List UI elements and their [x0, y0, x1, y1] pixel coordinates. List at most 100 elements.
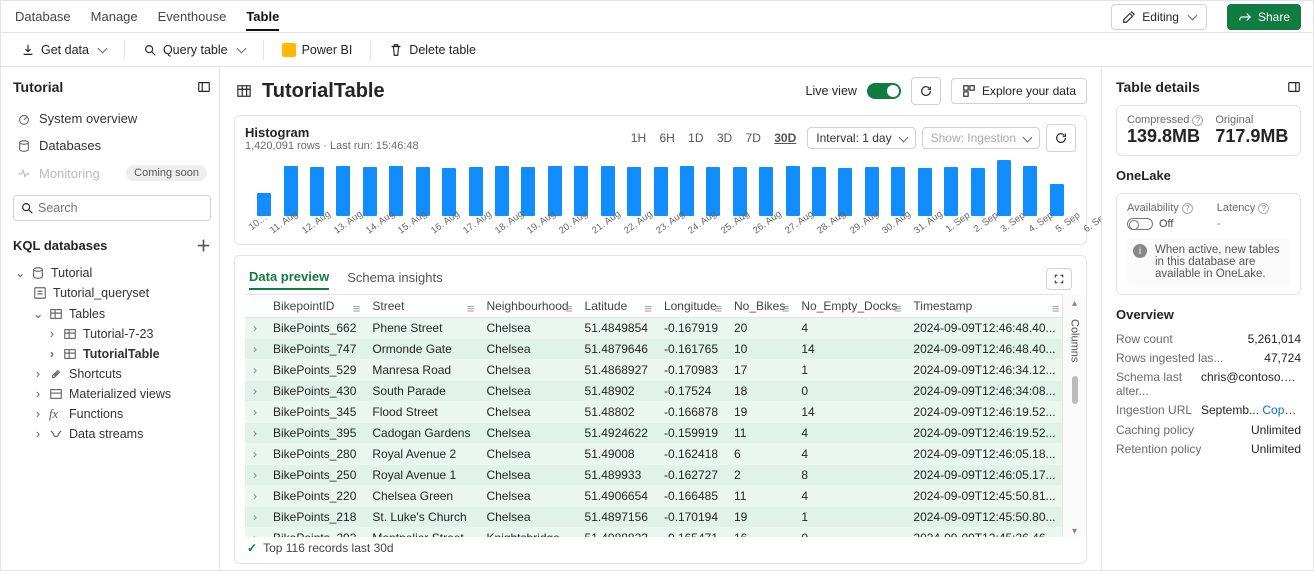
histogram-bar[interactable]: [918, 168, 932, 216]
columns-side-panel[interactable]: ▴ Columns ▾: [1062, 294, 1086, 537]
histogram-bar[interactable]: [389, 166, 403, 216]
histogram-bar[interactable]: [680, 166, 694, 216]
histogram-bar[interactable]: [812, 167, 826, 216]
histogram-bar[interactable]: [284, 166, 298, 216]
expand-row-icon[interactable]: ›: [245, 360, 265, 381]
tree-db-tutorial[interactable]: ⌄ Tutorial: [13, 262, 211, 283]
table-row[interactable]: ›BikePoints_662Phene StreetChelsea51.484…: [245, 318, 1086, 339]
tree-functions[interactable]: › fx Functions: [13, 404, 211, 424]
table-row[interactable]: ›BikePoints_218St. Luke's ChurchChelsea5…: [245, 507, 1086, 528]
histogram-bar[interactable]: [1050, 184, 1064, 216]
tab-table[interactable]: Table: [246, 3, 279, 31]
column-header[interactable]: Latitude≡: [577, 295, 656, 318]
column-header[interactable]: Street≡: [364, 295, 478, 318]
editing-button[interactable]: Editing: [1111, 4, 1207, 30]
column-header[interactable]: Timestamp≡: [905, 295, 1063, 318]
share-button[interactable]: Share: [1227, 4, 1301, 30]
expand-row-icon[interactable]: ›: [245, 507, 265, 528]
histogram-bar[interactable]: [971, 168, 985, 216]
histogram-bar[interactable]: [997, 160, 1011, 216]
column-menu-icon[interactable]: ≡: [782, 301, 790, 316]
powerbi-button[interactable]: Power BI: [274, 39, 361, 61]
table-row[interactable]: ›BikePoints_747Ormonde GateChelsea51.487…: [245, 339, 1086, 360]
getdata-button[interactable]: Get data: [13, 39, 114, 61]
tree-shortcuts[interactable]: › Shortcuts: [13, 364, 211, 384]
show-dropdown[interactable]: Show: Ingestion: [922, 127, 1040, 149]
tab-database[interactable]: Database: [15, 3, 71, 30]
fullscreen-button[interactable]: [1046, 268, 1072, 290]
column-header[interactable]: No_Bikes≡: [726, 295, 793, 318]
expand-row-icon[interactable]: ›: [245, 381, 265, 402]
table-row[interactable]: ›BikePoints_280Royal Avenue 2Chelsea51.4…: [245, 444, 1086, 465]
tree-table-tutorial723[interactable]: › Tutorial-7-23: [13, 324, 211, 344]
column-menu-icon[interactable]: ≡: [644, 301, 652, 316]
refresh-button[interactable]: [911, 77, 941, 105]
scrollbar-thumb[interactable]: [1072, 376, 1078, 404]
table-row[interactable]: ›BikePoints_395Cadogan GardensChelsea51.…: [245, 423, 1086, 444]
column-menu-icon[interactable]: ≡: [353, 301, 361, 316]
histogram-refresh-button[interactable]: [1046, 124, 1076, 152]
tab-data-preview[interactable]: Data preview: [249, 269, 329, 290]
column-menu-icon[interactable]: ≡: [1052, 301, 1060, 316]
expand-row-icon[interactable]: ›: [245, 528, 265, 538]
histogram-bar[interactable]: [310, 167, 324, 216]
scroll-up-icon[interactable]: ▴: [1072, 298, 1077, 309]
histogram-bar[interactable]: [336, 166, 350, 216]
histogram-bar[interactable]: [601, 166, 615, 216]
expand-row-icon[interactable]: ›: [245, 339, 265, 360]
nav-system-overview[interactable]: System overview: [13, 105, 211, 132]
copy-uri-link[interactable]: Copy URI: [1262, 403, 1301, 417]
histogram-bar[interactable]: [495, 166, 509, 216]
histogram-bar[interactable]: [1023, 166, 1037, 216]
nav-databases[interactable]: Databases: [13, 132, 211, 159]
expand-icon[interactable]: [1287, 80, 1301, 94]
expand-row-icon[interactable]: ›: [245, 486, 265, 507]
column-header[interactable]: No_Empty_Docks≡: [793, 295, 905, 318]
tree-datastreams[interactable]: › Data streams: [13, 424, 211, 444]
column-menu-icon[interactable]: ≡: [565, 301, 573, 316]
liveview-toggle[interactable]: [867, 83, 901, 99]
histogram-bar[interactable]: [654, 167, 668, 216]
time-range-picker[interactable]: 1H 6H 1D 3D 7D 30D: [626, 131, 801, 145]
expand-row-icon[interactable]: ›: [245, 465, 265, 486]
histogram-bar[interactable]: [944, 167, 958, 216]
histogram-bar[interactable]: [759, 167, 773, 216]
info-icon[interactable]: ?: [1192, 115, 1203, 126]
availability-toggle[interactable]: [1127, 218, 1153, 230]
column-header[interactable]: Longitude≡: [656, 295, 726, 318]
histogram-bar[interactable]: [786, 166, 800, 216]
tab-eventhouse[interactable]: Eventhouse: [158, 3, 227, 30]
tree-queryset[interactable]: Tutorial_queryset: [13, 283, 211, 303]
column-header[interactable]: BikepointID≡: [265, 295, 364, 318]
interval-dropdown[interactable]: Interval: 1 day: [807, 127, 915, 149]
expand-row-icon[interactable]: ›: [245, 318, 265, 339]
expand-row-icon[interactable]: ›: [245, 402, 265, 423]
histogram-bar[interactable]: [627, 167, 641, 216]
search-input[interactable]: [34, 199, 204, 217]
expand-row-icon[interactable]: ›: [245, 423, 265, 444]
histogram-bar[interactable]: [706, 167, 720, 216]
tree-matviews[interactable]: › Materialized views: [13, 384, 211, 404]
table-row[interactable]: ›BikePoints_345Flood StreetChelsea51.488…: [245, 402, 1086, 423]
table-row[interactable]: ›BikePoints_529Manresa RoadChelsea51.486…: [245, 360, 1086, 381]
tab-schema-insights[interactable]: Schema insights: [347, 270, 442, 289]
info-icon[interactable]: ?: [1258, 203, 1269, 214]
histogram-bar[interactable]: [521, 167, 535, 216]
tree-table-tutorialtable[interactable]: › TutorialTable: [13, 344, 211, 364]
tab-manage[interactable]: Manage: [91, 3, 138, 30]
column-header[interactable]: Neighbourhood≡: [478, 295, 576, 318]
deletetable-button[interactable]: Delete table: [381, 39, 484, 61]
histogram-bar[interactable]: [469, 167, 483, 216]
column-menu-icon[interactable]: ≡: [894, 301, 902, 316]
explore-data-button[interactable]: Explore your data: [951, 78, 1087, 104]
column-menu-icon[interactable]: ≡: [714, 301, 722, 316]
histogram-bar[interactable]: [363, 167, 377, 216]
column-menu-icon[interactable]: ≡: [467, 301, 475, 316]
table-row[interactable]: ›BikePoints_430South ParadeChelsea51.489…: [245, 381, 1086, 402]
table-row[interactable]: ›BikePoints_250Royal Avenue 1Chelsea51.4…: [245, 465, 1086, 486]
table-row[interactable]: ›BikePoints_292Montpelier StreetKnightsb…: [245, 528, 1086, 538]
histogram-bar[interactable]: [891, 167, 905, 216]
scroll-down-icon[interactable]: ▾: [1072, 526, 1077, 537]
expand-row-icon[interactable]: ›: [245, 444, 265, 465]
info-icon[interactable]: ?: [1182, 203, 1193, 214]
